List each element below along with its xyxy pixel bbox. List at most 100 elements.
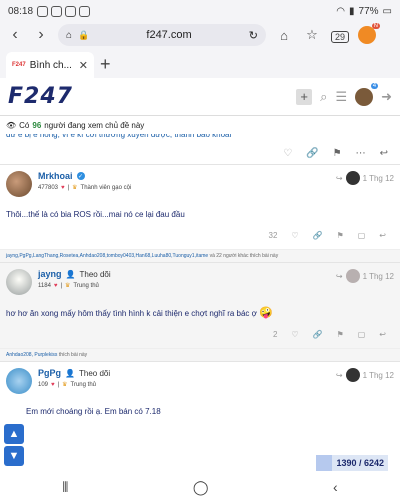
- rank-icon: ♛: [72, 185, 78, 191]
- app-icon: [37, 5, 49, 17]
- flag-icon[interactable]: ⚑: [337, 231, 344, 240]
- likes-names[interactable]: Anhdao208, Purplekiss: [6, 352, 57, 358]
- android-nav-bar: ⦀ ◯ ‹: [0, 474, 400, 500]
- post-body: Em mới choáng rồi ạ. Em bán có 7.18: [26, 407, 161, 416]
- like-icon[interactable]: ♡: [291, 231, 298, 240]
- post-date[interactable]: 1 Thg 12: [363, 174, 394, 183]
- site-logo[interactable]: F247: [8, 84, 73, 109]
- tab-title: Bình ch...: [29, 59, 72, 71]
- flag-icon[interactable]: ⚑: [333, 148, 342, 159]
- reply-to-icon[interactable]: ↪: [336, 371, 343, 380]
- follow-button[interactable]: Theo dõi: [79, 270, 110, 279]
- like-icon[interactable]: ♡: [283, 148, 292, 159]
- scroll-up-button[interactable]: ▲: [4, 424, 24, 444]
- rank-icon: ♛: [62, 382, 68, 388]
- browser-tab[interactable]: F247 Bình ch... ✕: [6, 52, 94, 78]
- reply-to-icon[interactable]: ↪: [336, 272, 343, 281]
- viewing-suffix: người đang xem chủ đề này: [44, 120, 145, 130]
- heart-icon: ♥: [61, 184, 65, 191]
- reply-icon[interactable]: ↩: [379, 330, 386, 339]
- user-avatar[interactable]: 4: [355, 82, 379, 106]
- home-icon[interactable]: ⌂: [66, 30, 72, 41]
- avatar[interactable]: [6, 368, 32, 394]
- more-icon[interactable]: ⋯: [356, 148, 366, 159]
- recent-apps-icon[interactable]: ⦀: [62, 479, 68, 496]
- forward-icon[interactable]: ›: [32, 26, 50, 44]
- back-chevron-icon[interactable]: ‹: [333, 479, 338, 495]
- reply-to-icon[interactable]: ↪: [336, 174, 343, 183]
- link-icon[interactable]: 🔗: [313, 231, 323, 240]
- link-icon[interactable]: 🔗: [306, 148, 318, 159]
- bookmark-icon[interactable]: ▢: [358, 330, 366, 339]
- viewing-count: 96: [32, 120, 42, 130]
- reply-to-avatar[interactable]: [345, 269, 360, 283]
- viewing-bar: 👁 Có 96 người đang xem chủ đề này: [0, 116, 400, 134]
- app-icon: [51, 5, 63, 17]
- like-icon[interactable]: ♡: [291, 330, 298, 339]
- reply-icon[interactable]: ↩: [379, 231, 386, 240]
- post: jayng 👤 Theo dõi 1184 ♥ | ♛ Trung thủ ↪ …: [0, 262, 400, 348]
- lock-icon[interactable]: 🔒: [78, 30, 89, 41]
- reply-icon[interactable]: ↩: [380, 148, 388, 159]
- signal-icon: ▮: [349, 5, 355, 17]
- follow-icon: 👤: [65, 269, 76, 279]
- likes-summary: Anhdao208, Purplekiss thích bài này: [0, 348, 400, 361]
- separator: |: [57, 381, 60, 388]
- heart-icon: ♥: [51, 381, 55, 388]
- flag-icon[interactable]: ⚑: [337, 330, 344, 339]
- post: PgPg 👤 Theo dõi 109 ♥ | ♛ Trung thủ ↪ 1 …: [0, 361, 400, 430]
- post-actions: ♡ 🔗 ⚑ ⋯ ↩: [0, 142, 400, 164]
- likes-names[interactable]: jayng,PgPg,LangThang,Rosetea,Anhdao208,t…: [6, 253, 208, 259]
- user-rank: Trung thủ: [70, 381, 96, 388]
- battery-icon: ▭: [382, 5, 392, 17]
- avatar[interactable]: [6, 171, 32, 197]
- follow-icon: 👤: [65, 368, 75, 378]
- post-author[interactable]: jayng: [38, 269, 62, 279]
- close-icon[interactable]: ✕: [79, 59, 88, 72]
- like-count[interactable]: 2: [273, 330, 277, 339]
- favicon: F247: [12, 62, 26, 68]
- topic-progress[interactable]: 1390 / 6242: [316, 455, 388, 471]
- post-date[interactable]: 1 Thg 12: [363, 371, 394, 380]
- post-date[interactable]: 1 Thg 12: [363, 272, 394, 281]
- link-icon[interactable]: 🔗: [313, 330, 323, 339]
- home-button-icon[interactable]: ⌂: [274, 28, 294, 43]
- bookmark-icon[interactable]: ▢: [358, 231, 366, 240]
- follow-button[interactable]: Theo dõi: [79, 369, 110, 378]
- browser-toolbar: ‹ › ⌂ 🔒 f247.com ↻ ⌂ ☆ 29 N: [0, 22, 400, 48]
- bookmark-star-icon[interactable]: ☆: [302, 27, 322, 43]
- search-icon[interactable]: ⌕: [320, 89, 327, 105]
- status-bar: 08:18 ◠ ▮ 77% ▭: [0, 0, 400, 22]
- scroll-down-button[interactable]: ▼: [4, 446, 24, 466]
- logout-icon[interactable]: ➜: [381, 89, 392, 105]
- address-bar[interactable]: ⌂ 🔒 f247.com ↻: [58, 24, 266, 46]
- verified-icon: ✓: [76, 172, 85, 180]
- user-score: 477803: [38, 184, 59, 191]
- status-time: 08:18: [8, 5, 34, 17]
- avatar[interactable]: [6, 269, 32, 295]
- reload-icon[interactable]: ↻: [249, 29, 258, 42]
- heart-icon: ♥: [53, 282, 58, 289]
- reply-to-avatar[interactable]: [345, 368, 360, 382]
- post-author[interactable]: Mrkhoai: [38, 171, 73, 181]
- progress-label: 1390 / 6242: [336, 458, 384, 468]
- chevron-up-icon: ▲: [8, 428, 20, 440]
- app-icon: [65, 5, 77, 17]
- post-author[interactable]: PgPg: [38, 368, 61, 378]
- profile-badge: N: [371, 23, 380, 29]
- create-topic-button[interactable]: +: [296, 88, 313, 105]
- profile-icon[interactable]: N: [358, 23, 380, 44]
- home-circle-icon[interactable]: ◯: [193, 479, 209, 496]
- user-score: 1184: [38, 282, 51, 289]
- post-body: Thôi...thế là có bia ROS rồi...mai nó ce…: [6, 210, 185, 219]
- user-score: 109: [38, 381, 49, 388]
- like-count[interactable]: 32: [269, 231, 278, 240]
- new-tab-icon[interactable]: +: [100, 54, 111, 78]
- url-text[interactable]: f247.com: [89, 29, 249, 41]
- menu-icon[interactable]: ☰: [335, 89, 347, 105]
- reply-to-avatar[interactable]: [345, 171, 360, 185]
- post-actions: 2 ♡ 🔗 ⚑ ▢ ↩: [6, 326, 394, 342]
- back-icon[interactable]: ‹: [6, 26, 24, 44]
- likes-summary: jayng,PgPg,LangThang,Rosetea,Anhdao208,t…: [0, 249, 400, 262]
- tabs-button[interactable]: 29: [330, 28, 350, 43]
